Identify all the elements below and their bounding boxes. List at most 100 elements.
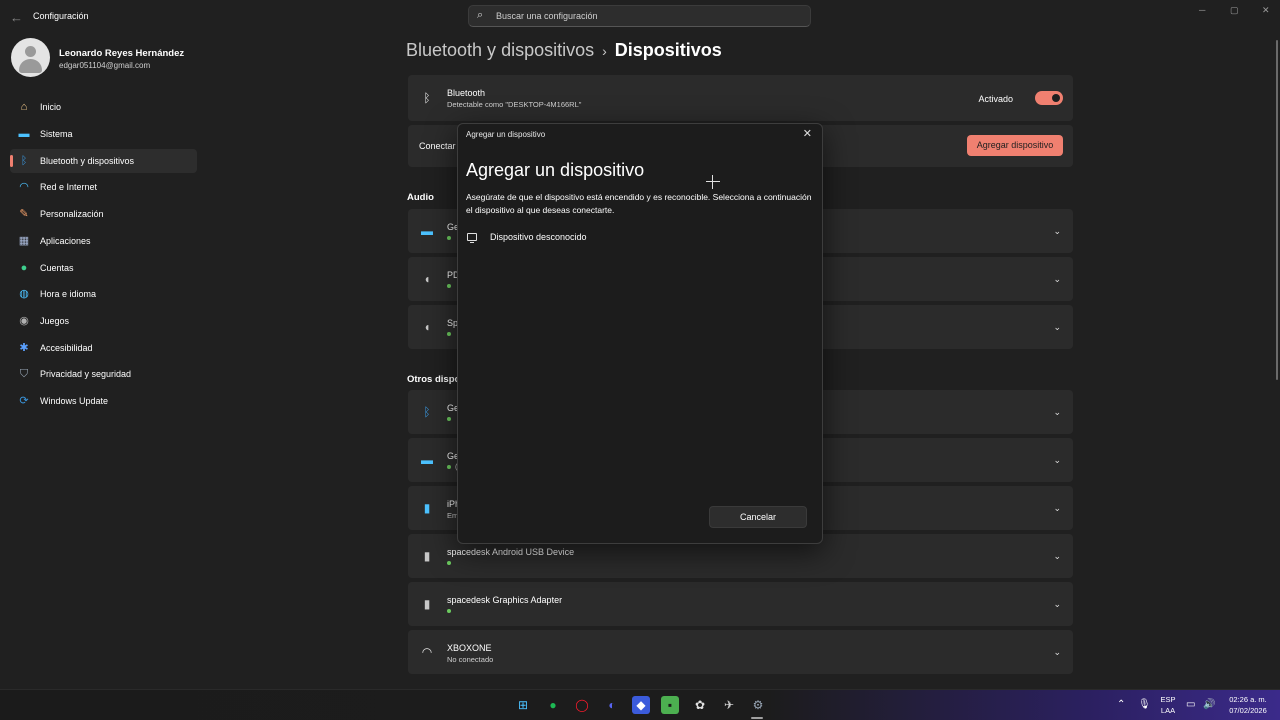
user-email: edgar051104@gmail.com — [59, 61, 151, 70]
sidebar-item-juegos[interactable]: ◉ Juegos — [10, 309, 197, 333]
language-bottom[interactable]: LAA — [1158, 706, 1178, 715]
minecraft-icon[interactable]: ▪ — [661, 696, 679, 714]
sidebar-item-label: Bluetooth y dispositivos — [40, 156, 135, 166]
chevron-down-icon[interactable]: ⌄ — [1053, 551, 1061, 562]
chevron-down-icon[interactable]: ⌄ — [1053, 274, 1061, 285]
section-audio: Audio — [407, 192, 434, 203]
sidebar-item-label: Accesibilidad — [40, 343, 93, 353]
device-list-item[interactable]: Dispositivo desconocido — [464, 228, 818, 248]
sidebar-item-sistema[interactable]: ▬ Sistema — [10, 122, 197, 146]
bluetooth-icon: ᛒ — [423, 91, 431, 105]
status-dot — [447, 284, 451, 288]
breadcrumb-parent[interactable]: Bluetooth y dispositivos — [406, 40, 594, 60]
sidebar-item-accesibilidad[interactable]: ✱ Accesibilidad — [10, 336, 197, 360]
title-bar: ← Configuración ⌕ Buscar una configuraci… — [0, 0, 1280, 34]
search-input[interactable]: ⌕ Buscar una configuración — [468, 5, 811, 27]
sidebar-item-label: Sistema — [40, 129, 73, 139]
scrollbar[interactable] — [1276, 40, 1278, 380]
accessibility-icon: ✱ — [19, 342, 29, 354]
dialog-title: Agregar un dispositivo — [466, 130, 546, 139]
sidebar-item-label: Privacidad y seguridad — [40, 369, 132, 379]
discord-icon[interactable]: ◐ — [603, 696, 621, 714]
close-icon[interactable]: ✕ — [803, 127, 812, 140]
home-icon: ⌂ — [20, 101, 28, 113]
minimize-button[interactable]: ─ — [1199, 5, 1205, 15]
clock-date[interactable]: 07/02/2026 — [1222, 706, 1274, 715]
device-icon: ▮ — [423, 597, 431, 611]
bluetooth-icon: ᛒ — [423, 405, 431, 419]
page-title: Dispositivos — [614, 40, 722, 60]
sidebar-item-privacidad[interactable]: ⛉ Privacidad y seguridad — [10, 362, 197, 386]
sidebar-item-cuentas[interactable]: ● Cuentas — [10, 256, 197, 280]
chevron-down-icon[interactable]: ⌄ — [1053, 407, 1061, 418]
sidebar-item-aplicaciones[interactable]: ▦ Aplicaciones — [10, 229, 197, 253]
bluetooth-icon: ᛒ — [20, 155, 28, 167]
network-icon: ◠ — [421, 645, 433, 659]
microphone-icon[interactable]: 🎙 — [1138, 699, 1151, 710]
clock-time[interactable]: 02:26 a. m. — [1222, 695, 1274, 704]
sidebar-item-label: Cuentas — [40, 263, 74, 273]
gear-icon[interactable]: ⚙ — [749, 696, 767, 714]
speaker-icon: ◖ — [423, 272, 431, 286]
volume-icon[interactable]: 🔊 — [1203, 699, 1215, 710]
bluetooth-card: ᛒ Bluetooth Detectable como "DESKTOP-4M1… — [408, 75, 1073, 121]
phone-icon: ▮ — [423, 501, 431, 515]
back-arrow-icon[interactable]: ← — [10, 10, 23, 25]
chevron-down-icon[interactable]: ⌄ — [1053, 599, 1061, 610]
add-device-dialog: Agregar un dispositivo ✕ Agregar un disp… — [457, 123, 823, 544]
person-icon: ● — [20, 262, 28, 274]
add-device-button[interactable]: Agregar dispositivo — [967, 135, 1063, 156]
status-dot — [447, 417, 451, 421]
cancel-button[interactable]: Cancelar — [709, 506, 807, 528]
device-name: XBOXONE — [447, 643, 492, 653]
chevron-down-icon[interactable]: ⌄ — [1053, 503, 1061, 514]
chevron-down-icon[interactable]: ⌄ — [1053, 455, 1061, 466]
sidebar-item-label: Windows Update — [40, 396, 109, 406]
dialog-title-bar: Agregar un dispositivo ✕ — [458, 124, 822, 144]
connect-label: Conectar — [419, 141, 456, 151]
monitor-icon: ▬ — [421, 453, 433, 467]
monitor-icon — [467, 233, 477, 243]
gamepad-icon: ◉ — [19, 315, 29, 327]
spotify-icon[interactable]: ● — [544, 696, 562, 714]
close-button[interactable]: ✕ — [1262, 5, 1270, 16]
user-name: Leonardo Reyes Hernández — [59, 48, 185, 59]
opera-icon[interactable]: ◯ — [573, 696, 591, 714]
roblox-icon[interactable]: ◆ — [632, 696, 650, 714]
status-dot — [447, 609, 451, 613]
device-row[interactable]: ◠ XBOXONE No conectado ⌄ — [408, 630, 1073, 674]
sidebar-item-bluetooth[interactable]: ᛒ Bluetooth y dispositivos — [10, 149, 197, 173]
dialog-description: Asegúrate de que el dispositivo está enc… — [466, 192, 812, 215]
chatgpt-icon[interactable]: ✿ — [691, 696, 709, 714]
device-name: spacedesk Graphics Adapter — [447, 595, 563, 605]
taskbar: ⊞ ● ◯ ◐ ◆ ▪ ✿ ✈ ⚙ ⌃ 🎙 ESP LAA ▭ 🔊 02:26 … — [0, 689, 1280, 720]
sidebar-item-label: Inicio — [40, 102, 62, 112]
sidebar-item-label: Hora e idioma — [40, 289, 97, 299]
speaker-icon: ◖ — [423, 320, 431, 334]
shield-icon: ⛉ — [19, 368, 29, 380]
sidebar-item-personalizacion[interactable]: ✎ Personalización — [10, 202, 197, 226]
sidebar-item-hora[interactable]: ◍ Hora e idioma — [10, 282, 197, 306]
sidebar-item-red[interactable]: ◠ Red e Internet — [10, 175, 197, 199]
avatar[interactable] — [11, 38, 50, 77]
sidebar-item-label: Juegos — [40, 316, 70, 326]
app-title: Configuración — [33, 11, 89, 21]
chevron-down-icon[interactable]: ⌄ — [1053, 322, 1061, 333]
chevron-up-icon[interactable]: ⌃ — [1117, 699, 1125, 710]
device-row[interactable]: ▮ spacedesk Graphics Adapter ⌄ — [408, 582, 1073, 626]
status-dot — [447, 561, 451, 565]
maximize-button[interactable]: ▢ — [1230, 5, 1239, 16]
status-dot — [447, 332, 451, 336]
sidebar-item-inicio[interactable]: ⌂ Inicio — [10, 95, 197, 119]
chevron-down-icon[interactable]: ⌄ — [1053, 226, 1061, 237]
bluetooth-toggle[interactable] — [1035, 91, 1063, 105]
sidebar-item-windows-update[interactable]: ⟳ Windows Update — [10, 389, 197, 413]
apps-icon: ▦ — [18, 235, 30, 247]
brush-icon: ✎ — [19, 208, 29, 220]
chevron-down-icon[interactable]: ⌄ — [1053, 647, 1061, 658]
network-icon[interactable]: ▭ — [1186, 699, 1195, 710]
windows-icon[interactable]: ⊞ — [514, 696, 532, 714]
app-icon[interactable]: ✈ — [720, 696, 738, 714]
breadcrumb-separator: › — [602, 43, 607, 59]
language-top[interactable]: ESP — [1158, 695, 1178, 704]
